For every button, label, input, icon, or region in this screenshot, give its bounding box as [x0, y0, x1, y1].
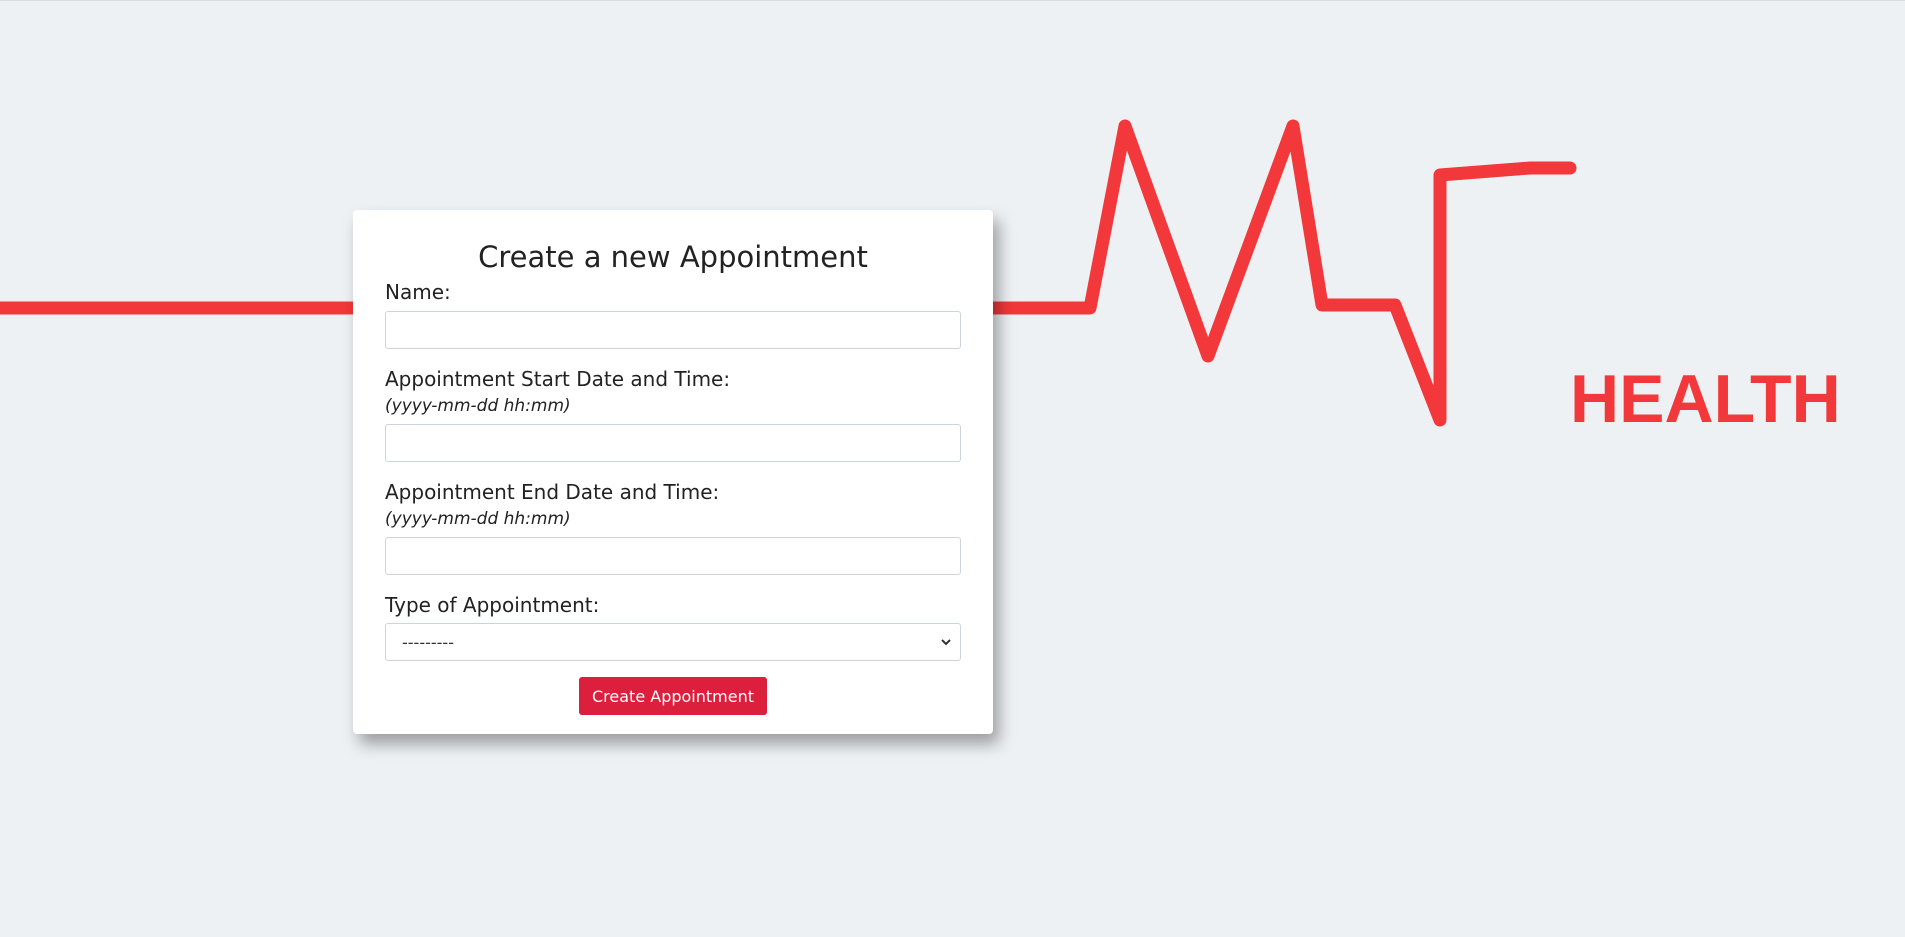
end-datetime-hint: (yyyy-mm-dd hh:mm)	[385, 509, 571, 529]
name-input[interactable]	[385, 311, 961, 349]
name-label: Name:	[385, 280, 451, 304]
appointment-type-selected: ---------	[402, 633, 454, 652]
start-group: Appointment Start Date and Time: (yyyy-m…	[385, 367, 961, 462]
submit-row: Create Appointment	[385, 677, 961, 715]
end-group: Appointment End Date and Time: (yyyy-mm-…	[385, 480, 961, 575]
start-datetime-input[interactable]	[385, 424, 961, 462]
end-datetime-label: Appointment End Date and Time:	[385, 480, 720, 504]
start-datetime-label: Appointment Start Date and Time:	[385, 367, 731, 391]
appointment-form-card: Create a new Appointment Name: Appointme…	[353, 210, 993, 734]
start-datetime-hint: (yyyy-mm-dd hh:mm)	[385, 396, 571, 416]
end-datetime-input[interactable]	[385, 537, 961, 575]
appointment-type-label: Type of Appointment:	[385, 593, 600, 617]
health-logo-text: HEALTH	[1570, 361, 1841, 437]
type-group: Type of Appointment: ---------	[385, 593, 961, 661]
name-group: Name:	[385, 280, 961, 349]
create-appointment-button[interactable]: Create Appointment	[579, 677, 767, 715]
chevron-down-icon	[941, 639, 951, 646]
appointment-type-select[interactable]: ---------	[385, 623, 961, 661]
page-title: Create a new Appointment	[478, 240, 868, 274]
